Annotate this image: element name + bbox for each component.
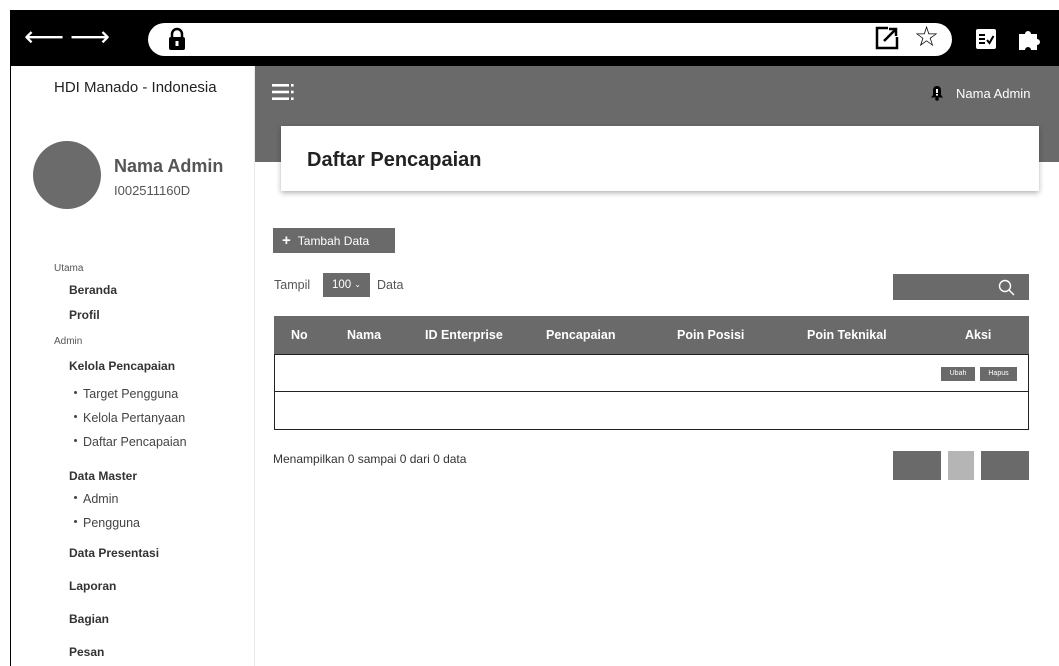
- search-input[interactable]: [893, 274, 1029, 300]
- entries-per-page-value: 100: [332, 279, 352, 291]
- plus-icon: +: [282, 232, 291, 249]
- sidebar-subitem-target-pengguna[interactable]: Target Pengguna: [74, 387, 178, 401]
- entries-suffix-label: Data: [377, 278, 404, 292]
- sidebar-subitem-daftar-pencapaian[interactable]: Daftar Pencapaian: [74, 435, 187, 449]
- profile-name: Nama Admin: [114, 156, 224, 176]
- add-data-button[interactable]: + Tambah Data: [273, 228, 395, 253]
- menu-section-main: Utama: [54, 263, 84, 274]
- pagination-summary: Menampilkan 0 sampai 0 dari 0 data: [273, 452, 467, 466]
- sidebar-subitem-admin[interactable]: Admin: [74, 492, 118, 506]
- bullet-icon: [74, 496, 77, 500]
- achievements-table: No Nama ID Enterprise Pencapaian Poin Po…: [274, 316, 1029, 430]
- add-data-label: Tambah Data: [297, 234, 370, 248]
- sidebar-subitem-pengguna[interactable]: Pengguna: [74, 516, 140, 530]
- puzzle-icon[interactable]: [1017, 27, 1043, 51]
- sidebar-item-kelola-pencapaian[interactable]: Kelola Pencapaian: [69, 359, 175, 373]
- bullet-icon: [74, 415, 77, 419]
- sidebar-subitem-label: Pengguna: [83, 516, 141, 530]
- sidebar-subitem-label: Admin: [83, 492, 119, 506]
- address-bar[interactable]: [148, 23, 952, 56]
- sidebar-item-pesan[interactable]: Pesan: [69, 645, 104, 659]
- page-title: Daftar Pencapaian: [307, 149, 482, 171]
- sidebar-subitem-label: Daftar Pencapaian: [83, 435, 187, 449]
- show-entries-label: Tampil: [274, 278, 311, 292]
- bullet-icon: [74, 520, 77, 524]
- sidebar-item-data-presentasi[interactable]: Data Presentasi: [69, 546, 159, 560]
- delete-button[interactable]: Hapus: [980, 367, 1017, 381]
- reader-icon[interactable]: [976, 29, 996, 49]
- pagination-previous-button[interactable]: [893, 451, 941, 480]
- column-header-no[interactable]: No: [291, 328, 308, 342]
- table-row: [274, 392, 1029, 430]
- column-header-pencapaian[interactable]: Pencapaian: [546, 328, 615, 342]
- entries-per-page-select[interactable]: 100 ⌄: [323, 273, 370, 297]
- sidebar-subitem-label: Target Pengguna: [83, 387, 179, 401]
- brand-title: HDI Manado - Indonesia: [54, 79, 217, 96]
- open-external-icon[interactable]: [875, 26, 899, 50]
- pagination-next-button[interactable]: [981, 451, 1029, 480]
- profile-id: I002511160D: [114, 183, 191, 198]
- star-icon[interactable]: ☆: [914, 22, 939, 52]
- chevron-down-icon: ⌄: [354, 280, 361, 289]
- edit-button[interactable]: Ubah: [941, 367, 975, 381]
- column-header-poin-teknikal[interactable]: Poin Teknikal: [807, 328, 887, 342]
- column-header-nama[interactable]: Nama: [347, 328, 381, 342]
- back-arrow-icon[interactable]: ⟵: [24, 23, 64, 51]
- column-header-id-enterprise[interactable]: ID Enterprise: [425, 328, 503, 342]
- bullet-icon: [74, 439, 77, 443]
- sidebar-item-bagian[interactable]: Bagian: [69, 612, 109, 626]
- bullet-icon: [74, 391, 77, 395]
- bell-icon[interactable]: [930, 85, 944, 101]
- sidebar-item-data-master[interactable]: Data Master: [69, 469, 137, 483]
- avatar[interactable]: [33, 141, 101, 209]
- pagination-page-button[interactable]: [948, 451, 974, 480]
- sidebar-subitem-label: Kelola Pertanyaan: [83, 411, 186, 425]
- column-header-aksi: Aksi: [965, 328, 992, 342]
- sidebar-item-beranda[interactable]: Beranda: [69, 283, 117, 297]
- search-icon[interactable]: [998, 279, 1015, 296]
- page-title-card: Daftar Pencapaian: [281, 126, 1039, 191]
- column-header-poin-posisi[interactable]: Poin Posisi: [677, 328, 744, 342]
- header-admin-name[interactable]: Nama Admin: [956, 86, 1030, 101]
- sidebar-item-laporan[interactable]: Laporan: [69, 579, 116, 593]
- lock-icon: [169, 27, 185, 50]
- forward-arrow-icon[interactable]: ⟶: [70, 23, 110, 51]
- sidebar-item-profil[interactable]: Profil: [69, 308, 100, 322]
- table-row: Ubah Hapus: [274, 354, 1029, 392]
- menu-section-admin: Admin: [54, 336, 83, 347]
- sidebar-subitem-kelola-pertanyaan[interactable]: Kelola Pertanyaan: [74, 411, 185, 425]
- table-header: No Nama ID Enterprise Pencapaian Poin Po…: [274, 316, 1029, 354]
- hamburger-icon[interactable]: [272, 83, 294, 101]
